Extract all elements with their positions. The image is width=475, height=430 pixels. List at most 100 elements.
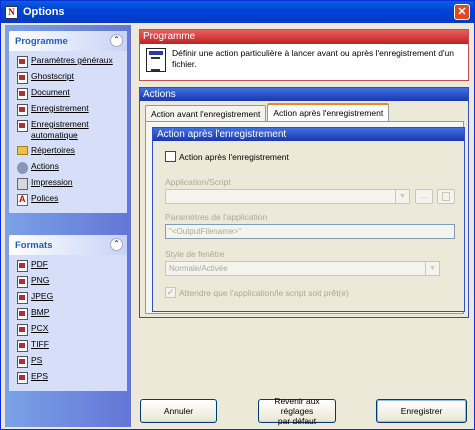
- sidebar-item-label: Document: [31, 87, 70, 97]
- dropdown-arrow-icon: ▼: [425, 262, 439, 275]
- window-style-value: Normale/Activée: [169, 264, 228, 273]
- sidebar: Programme ⌃ Paramètres généraux Ghostscri…: [5, 25, 131, 427]
- actions-panel-title: Actions: [140, 88, 468, 101]
- document-icon: [17, 340, 28, 352]
- options-window: N Options ✕ Programme ⌃ Paramètres génér…: [0, 0, 475, 430]
- app-params-input[interactable]: "<OutputFilename>": [165, 224, 455, 239]
- sidebar-item-programme-6[interactable]: Actions: [17, 161, 127, 177]
- after-action-checkbox-label: Action après l'enregistrement: [179, 151, 289, 162]
- document-icon: [17, 56, 28, 68]
- programme-description: Définir une action particulière à lancer…: [172, 48, 455, 69]
- sidebar-item-format-0[interactable]: PDF: [17, 259, 127, 275]
- document-icon: [17, 72, 28, 84]
- title-bar[interactable]: N Options ✕: [1, 1, 474, 23]
- sidebar-item-format-6[interactable]: PS: [17, 355, 127, 371]
- sidebar-item-label: Paramètres généraux: [31, 55, 113, 65]
- sidebar-item-label: Répertoires: [31, 145, 75, 155]
- tab-action-before[interactable]: Action avant l'enregistrement: [145, 105, 267, 122]
- checkbox-box[interactable]: [165, 151, 176, 162]
- programme-group: Programme ⌃ Paramètres généraux Ghostscri…: [9, 31, 127, 213]
- reset-defaults-button[interactable]: Revenir aux réglages par défaut: [258, 396, 336, 426]
- save-icon: [17, 120, 28, 132]
- sidebar-item-label: Impression: [31, 177, 73, 187]
- sidebar-item-label: PDF: [31, 259, 48, 269]
- programme-window-icon: [146, 48, 166, 72]
- app-script-label: Application/Script: [165, 177, 231, 187]
- wait-checkbox[interactable]: ✓ Attendre que l'application/le script s…: [165, 287, 349, 298]
- reset-defaults-line1: Revenir aux réglages: [274, 396, 320, 416]
- sidebar-item-label: JPEG: [31, 291, 54, 301]
- sidebar-item-label: PCX: [31, 323, 49, 333]
- collapse-chevron-icon[interactable]: ⌃: [110, 238, 123, 251]
- sidebar-item-programme-5[interactable]: Répertoires: [17, 145, 127, 161]
- formats-items: PDF PNG JPEG BMP PCX TIFF PS EPS: [9, 255, 127, 391]
- sidebar-item-label: TIFF: [31, 339, 49, 349]
- window-style-label: Style de fenêtre: [165, 249, 225, 259]
- sidebar-item-format-5[interactable]: TIFF: [17, 339, 127, 355]
- sidebar-item-programme-8[interactable]: Polices: [17, 193, 127, 209]
- cancel-button[interactable]: Annuler: [140, 399, 217, 423]
- close-button[interactable]: ✕: [454, 4, 470, 20]
- sidebar-item-programme-7[interactable]: Impression: [17, 177, 127, 193]
- document-icon: [17, 276, 28, 288]
- properties-icon: [442, 192, 450, 201]
- app-script-select[interactable]: ▼: [165, 189, 410, 204]
- programme-items: Paramètres généraux Ghostscript Document En…: [9, 51, 127, 213]
- sidebar-item-format-1[interactable]: PNG: [17, 275, 127, 291]
- dropdown-arrow-icon: ▼: [395, 190, 409, 203]
- collapse-chevron-icon[interactable]: ⌃: [110, 34, 123, 47]
- properties-button[interactable]: [437, 189, 455, 204]
- tab-page: Action après l'enregistrement Action apr…: [145, 121, 465, 314]
- browse-button[interactable]: ...: [415, 189, 433, 204]
- sidebar-item-programme-0[interactable]: Paramètres généraux: [17, 55, 127, 71]
- document-icon: [17, 308, 28, 320]
- app-icon: N: [5, 5, 18, 19]
- gear-icon: [17, 162, 28, 174]
- sidebar-item-programme-1[interactable]: Ghostscript: [17, 71, 127, 87]
- after-action-checkbox[interactable]: Action après l'enregistrement: [165, 151, 289, 162]
- tab-action-after[interactable]: Action après l'enregistrement: [267, 103, 390, 122]
- formats-group: Formats ⌃ PDF PNG JPEG BMP PCX TIFF PS EPS: [9, 235, 127, 391]
- sidebar-item-programme-2[interactable]: Document: [17, 87, 127, 103]
- sidebar-item-programme-3[interactable]: Enregistrement: [17, 103, 127, 119]
- document-icon: [17, 292, 28, 304]
- sidebar-item-label: Polices: [31, 193, 59, 203]
- formats-group-header[interactable]: Formats ⌃: [9, 235, 127, 255]
- programme-panel-title: Programme: [140, 30, 468, 44]
- reset-defaults-line2: par défaut: [277, 416, 317, 426]
- programme-group-title: Programme: [15, 35, 68, 47]
- document-icon: [17, 356, 28, 368]
- sidebar-item-label: Enregistrement automatique: [31, 119, 89, 140]
- sidebar-item-format-7[interactable]: EPS: [17, 371, 127, 387]
- sidebar-item-format-3[interactable]: BMP: [17, 307, 127, 323]
- document-icon: [17, 372, 28, 384]
- document-icon: [17, 88, 28, 100]
- sidebar-item-label: Actions: [31, 161, 59, 171]
- font-icon: [17, 194, 28, 206]
- sidebar-item-label: Enregistrement: [31, 103, 89, 113]
- after-action-panel: Action après l'enregistrement Action apr…: [152, 127, 465, 312]
- sidebar-item-label: PS: [31, 355, 43, 365]
- after-action-title: Action après l'enregistrement: [153, 128, 464, 141]
- document-icon: [17, 104, 28, 116]
- window-title: Options: [23, 6, 65, 18]
- save-button[interactable]: Enregistrer: [376, 399, 467, 423]
- wait-checkbox-label: Attendre que l'application/le script soi…: [179, 287, 349, 298]
- sidebar-item-programme-4[interactable]: Enregistrement automatique: [17, 119, 127, 145]
- app-params-label: Paramètres de l'application: [165, 212, 268, 222]
- formats-group-title: Formats: [15, 239, 53, 251]
- programme-group-header[interactable]: Programme ⌃: [9, 31, 127, 51]
- checkbox-box[interactable]: ✓: [165, 287, 176, 298]
- printer-icon: [17, 178, 28, 190]
- sidebar-item-format-2[interactable]: JPEG: [17, 291, 127, 307]
- folder-icon: [17, 146, 28, 155]
- window-style-select[interactable]: Normale/Activée ▼: [165, 261, 440, 276]
- sidebar-item-label: PNG: [31, 275, 50, 285]
- actions-panel: Actions Action avant l'enregistrement Ac…: [139, 87, 469, 318]
- sidebar-item-format-4[interactable]: PCX: [17, 323, 127, 339]
- document-icon: [17, 260, 28, 272]
- document-icon: [17, 324, 28, 336]
- actions-tabs: Action avant l'enregistrement Action apr…: [145, 103, 390, 122]
- sidebar-item-label: BMP: [31, 307, 50, 317]
- programme-panel: Programme Définir une action particulièr…: [139, 29, 469, 81]
